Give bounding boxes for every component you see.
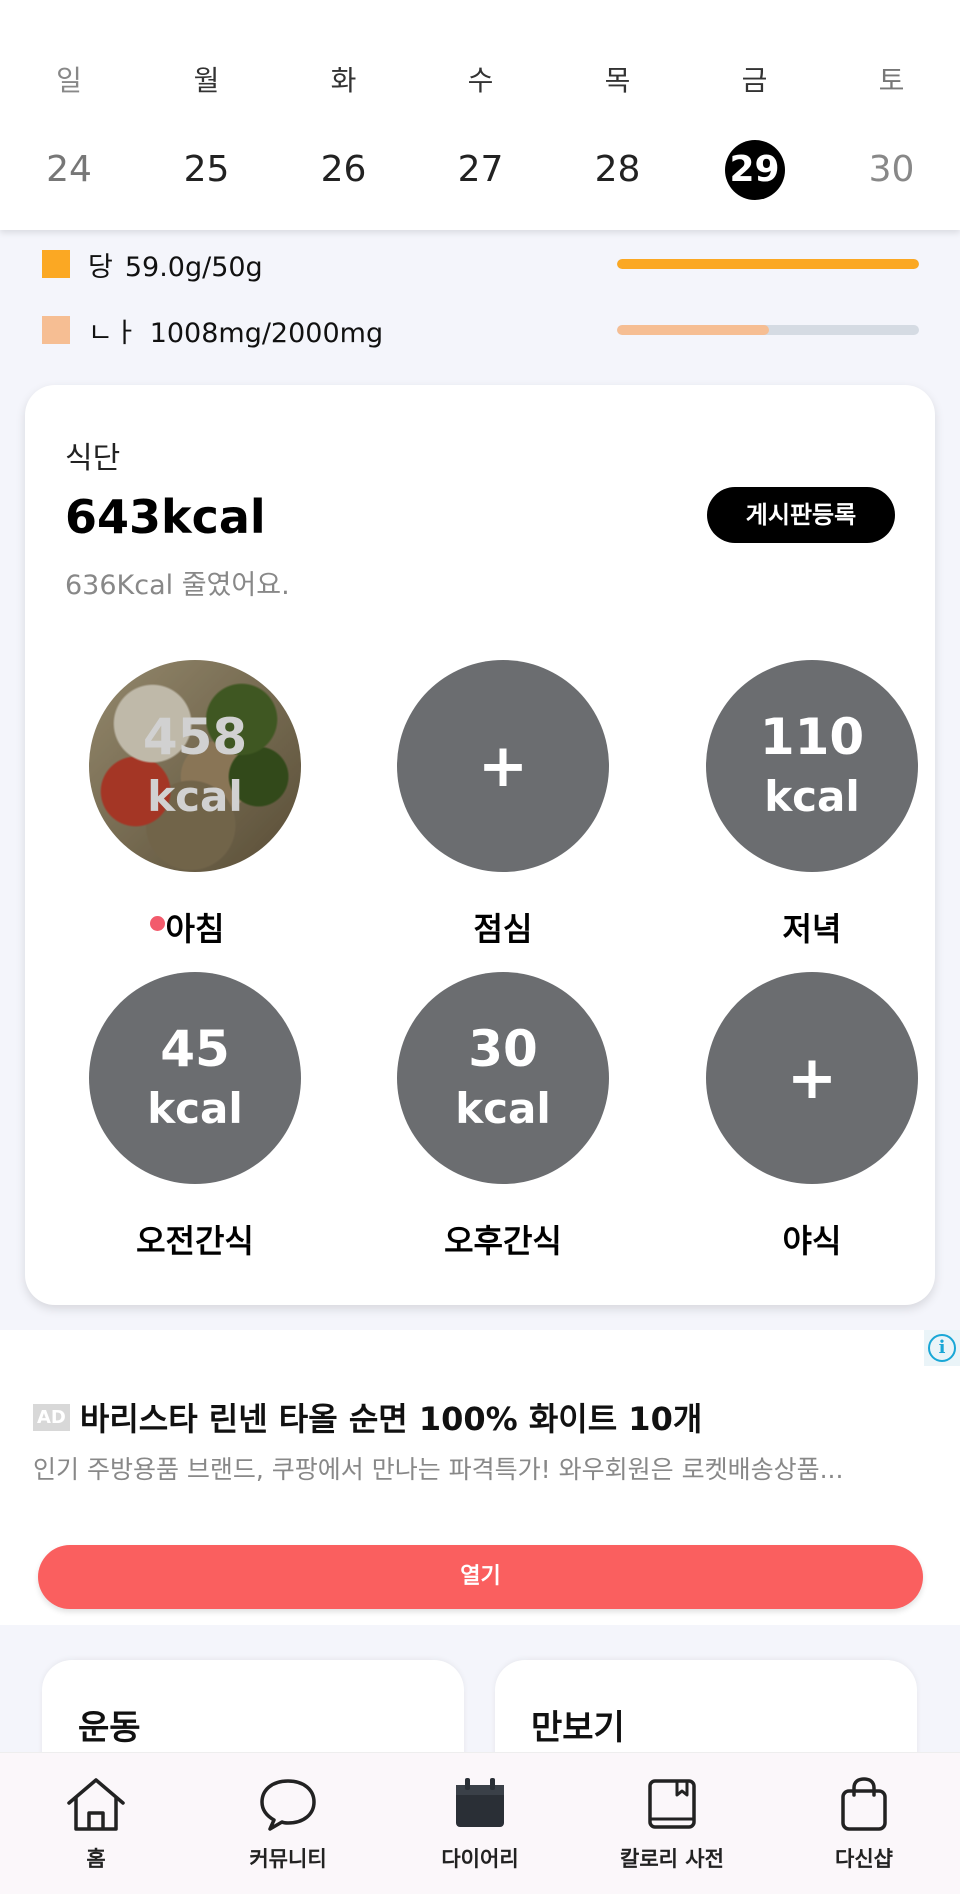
weekday-row: 일 월 화 수 목 금 토 bbox=[0, 56, 960, 106]
meal-kcal-value: 110 bbox=[759, 708, 865, 766]
meal-name-label: 오후간식 bbox=[444, 1222, 562, 1260]
add-lunch-button[interactable]: + bbox=[397, 660, 609, 872]
meal-name-label: 점심 bbox=[473, 910, 533, 948]
nutrient-progress-bar bbox=[617, 259, 919, 269]
diet-total-kcal: 643kcal bbox=[65, 490, 266, 544]
weekday-label: 수 bbox=[467, 64, 494, 97]
meal-kcal-value: 45 bbox=[160, 1020, 230, 1078]
meal-name-label: 야식 bbox=[782, 1222, 842, 1260]
diet-card: 식단 643kcal 636Kcal 줄였어요. 게시판등록 458 kcal … bbox=[25, 385, 935, 1305]
tab-shop[interactable]: 다신샵 bbox=[768, 1753, 960, 1894]
date-button[interactable]: 28 bbox=[588, 140, 648, 200]
meal-late-snack: + 야식 bbox=[682, 972, 942, 1272]
weekday-label: 토 bbox=[878, 64, 905, 97]
shopping-bag-icon bbox=[841, 1777, 887, 1831]
new-indicator-dot bbox=[150, 916, 165, 931]
diet-label: 식단 bbox=[65, 441, 121, 476]
meal-dinner-button[interactable]: 110 kcal bbox=[706, 660, 918, 872]
nutrient-row-sugar: 당 59.0g/50g bbox=[42, 244, 922, 284]
nutrient-name: 당 bbox=[88, 251, 113, 283]
meal-morning-snack-button[interactable]: 45 kcal bbox=[89, 972, 301, 1184]
date-button[interactable]: 25 bbox=[177, 140, 237, 200]
meal-kcal-unit: kcal bbox=[764, 772, 860, 821]
nutrient-summary: 당 59.0g/50g ㄴㅏ 1008mg/2000mg bbox=[0, 230, 960, 380]
date-button[interactable]: 24 bbox=[39, 140, 99, 200]
board-register-button[interactable]: 게시판등록 bbox=[707, 487, 895, 543]
meal-afternoon-snack-button[interactable]: 30 kcal bbox=[397, 972, 609, 1184]
nutrient-color-swatch bbox=[42, 250, 70, 278]
meal-breakfast-photo-button[interactable]: 458 kcal bbox=[89, 660, 301, 872]
date-row: 24 25 26 27 28 29 30 bbox=[0, 140, 960, 200]
meal-kcal-value: 458 bbox=[142, 708, 248, 766]
weekday-label: 화 bbox=[330, 64, 357, 97]
tab-label: 칼로리 사전 bbox=[620, 1847, 724, 1871]
weekday-label: 월 bbox=[193, 64, 220, 97]
ad-open-button[interactable]: 열기 bbox=[38, 1545, 923, 1609]
nutrient-color-swatch bbox=[42, 316, 70, 344]
date-button-selected[interactable]: 29 bbox=[724, 140, 785, 200]
tab-home[interactable]: 홈 bbox=[0, 1753, 192, 1894]
ad-info-icon[interactable]: i bbox=[924, 1330, 960, 1366]
calendar-icon bbox=[456, 1778, 504, 1827]
add-late-snack-button[interactable]: + bbox=[706, 972, 918, 1184]
nutrient-name: ㄴㅏ bbox=[88, 317, 138, 349]
home-icon bbox=[67, 1778, 125, 1831]
date-button[interactable]: 30 bbox=[862, 140, 922, 200]
meal-dinner: 110 kcal 저녁 bbox=[682, 660, 942, 960]
plus-icon: + bbox=[786, 1043, 838, 1113]
meal-kcal-unit: kcal bbox=[147, 772, 243, 821]
date-button[interactable]: 26 bbox=[314, 140, 374, 200]
meal-breakfast: 458 kcal 아침 bbox=[65, 660, 325, 960]
exercise-card-title: 운동 bbox=[78, 1708, 141, 1748]
pedometer-card-title: 만보기 bbox=[531, 1708, 625, 1748]
tab-label: 커뮤니티 bbox=[249, 1847, 327, 1871]
week-calendar: 일 월 화 수 목 금 토 24 25 26 27 28 29 30 bbox=[0, 0, 960, 230]
nutrient-progress-fill bbox=[617, 325, 770, 335]
nutrient-value: 59.0g/50g bbox=[124, 251, 263, 283]
ad-badge: AD bbox=[33, 1403, 70, 1431]
book-icon bbox=[648, 1779, 696, 1829]
meal-lunch: + 점심 bbox=[373, 660, 633, 960]
ad-banner: i AD 바리스타 린넨 타올 순면 100% 화이트 10개 인기 주방용품 … bbox=[0, 1330, 960, 1625]
nutrient-row-sodium: ㄴㅏ 1008mg/2000mg bbox=[42, 310, 922, 350]
ad-title[interactable]: 바리스타 린넨 타올 순면 100% 화이트 10개 bbox=[80, 1394, 702, 1440]
date-button[interactable]: 27 bbox=[451, 140, 511, 200]
ad-description: 인기 주방용품 브랜드, 쿠팡에서 만나는 파격특가! 와우회원은 로켓배송상품… bbox=[33, 1455, 844, 1484]
diet-reduced-text: 636Kcal 줄였어요. bbox=[65, 570, 290, 601]
meal-name-label: 아침 bbox=[165, 910, 225, 948]
plus-icon: + bbox=[477, 731, 529, 801]
nutrient-value: 1008mg/2000mg bbox=[149, 317, 384, 349]
meal-kcal-value: 30 bbox=[468, 1020, 538, 1078]
chat-bubble-icon bbox=[260, 1779, 316, 1831]
weekday-label: 금 bbox=[741, 64, 768, 97]
tab-label: 다이어리 bbox=[441, 1847, 519, 1871]
meal-morning-snack: 45 kcal 오전간식 bbox=[65, 972, 325, 1272]
meal-afternoon-snack: 30 kcal 오후간식 bbox=[373, 972, 633, 1272]
nutrient-progress-fill bbox=[617, 259, 919, 269]
weekday-label: 목 bbox=[604, 64, 631, 97]
tab-label: 다신샵 bbox=[835, 1847, 893, 1871]
meal-kcal-unit: kcal bbox=[147, 1084, 243, 1133]
tab-label: 홈 bbox=[86, 1847, 106, 1871]
weekday-label: 일 bbox=[56, 64, 82, 97]
meal-kcal-unit: kcal bbox=[455, 1084, 551, 1133]
tab-diary[interactable]: 다이어리 bbox=[384, 1753, 576, 1894]
nutrient-progress-bar bbox=[617, 325, 919, 335]
meal-name-label: 오전간식 bbox=[136, 1222, 254, 1260]
tab-community[interactable]: 커뮤니티 bbox=[192, 1753, 384, 1894]
bottom-tab-bar: 홈 커뮤니티 다이어리 칼로리 사전 다신샵 bbox=[0, 1752, 960, 1894]
meal-name-label: 저녁 bbox=[782, 910, 842, 948]
tab-calorie-dictionary[interactable]: 칼로리 사전 bbox=[576, 1753, 768, 1894]
